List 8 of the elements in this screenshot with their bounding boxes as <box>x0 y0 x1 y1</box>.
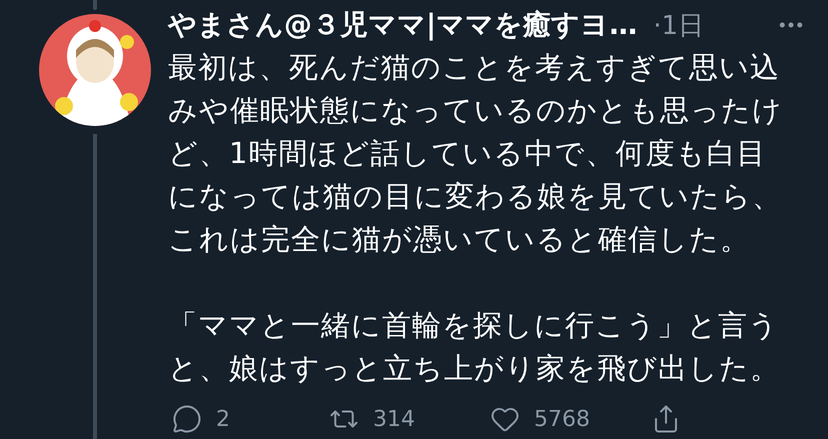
author-name[interactable]: やまさん@３児ママ|ママを癒すヨ… <box>168 6 638 44</box>
timestamp[interactable]: ·1日 <box>653 8 704 42</box>
reply-icon[interactable] <box>172 404 202 434</box>
action-count: 314 <box>373 406 415 432</box>
action-count: 2 <box>216 406 230 432</box>
tweet-text: 「ママと一緒に首輪を探しに行こう」と言うと、娘はすっと立ち上がり家を飛び出した。 <box>168 307 781 387</box>
action-count: 5768 <box>534 406 590 432</box>
tweet-text: 最初は、死んだ猫のことを考えすぎて思い込みや催眠状態になっているのかとも思ったけど、1時間ほど話している中で、何度も白目になっては猫の目に変わる娘を見ていたら、これは完全に猫が憑いていると確信した。 <box>168 49 784 258</box>
